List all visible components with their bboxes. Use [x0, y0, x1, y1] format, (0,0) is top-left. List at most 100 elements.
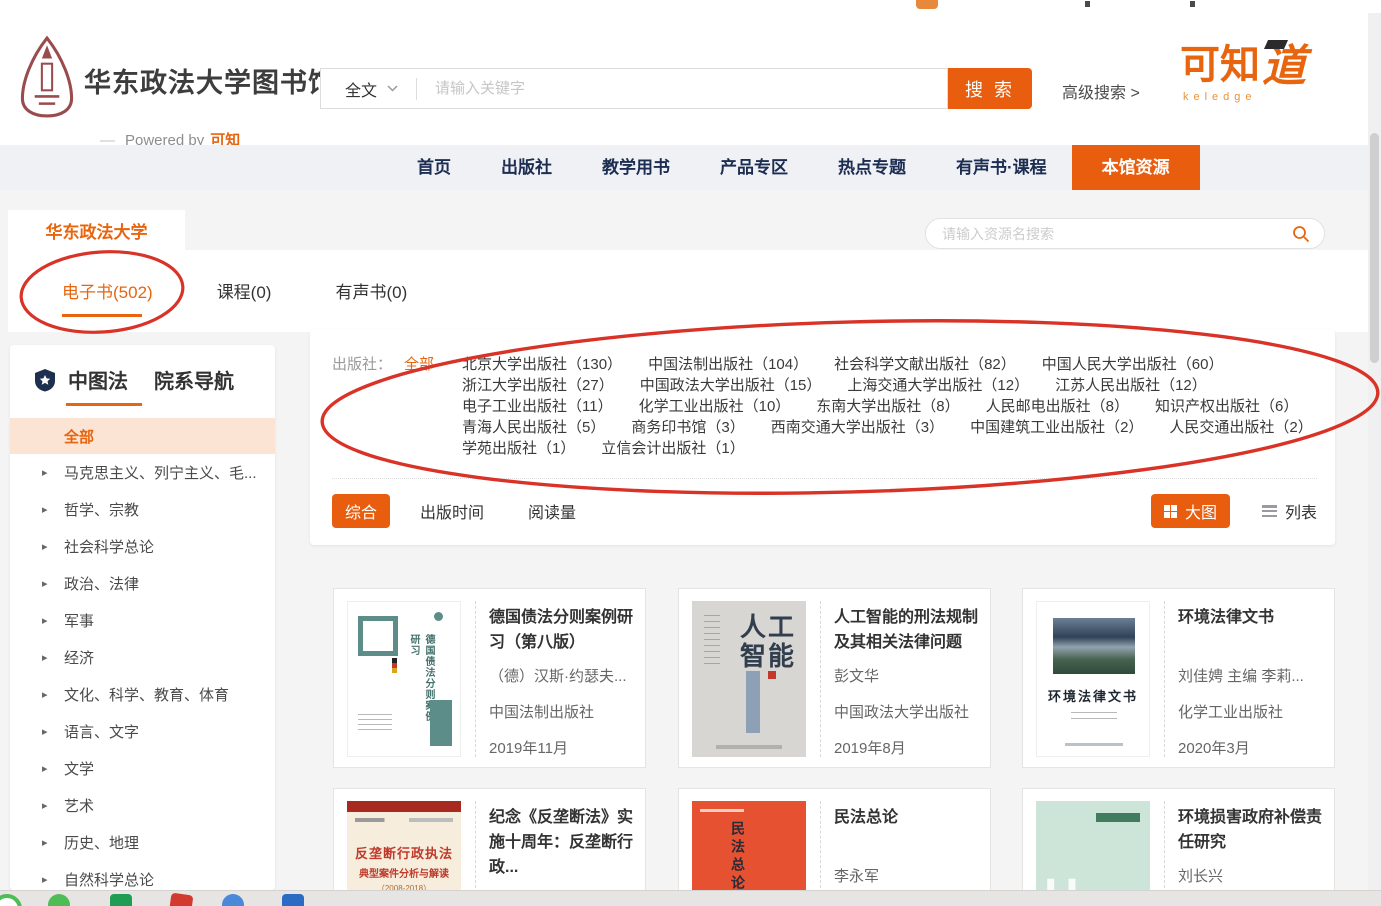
nav-item[interactable]: 出版社 — [476, 145, 577, 190]
sidebar-tab-departments[interactable]: 院系导航 — [154, 365, 234, 394]
publisher-filter-option[interactable]: 中国建筑工业出版社（2） — [970, 417, 1143, 438]
sidebar-category-label: 文化、科学、教育、体育 — [64, 684, 229, 705]
taskbar-app-icon[interactable] — [282, 894, 304, 906]
publisher-filter-option[interactable]: 东南大学出版社（8） — [816, 396, 959, 417]
sidebar-category-item[interactable]: ▸社会科学总论 — [10, 528, 275, 565]
book-author: 刘长兴 — [1178, 865, 1324, 886]
resource-search-input[interactable] — [940, 225, 1292, 243]
keledge-logo-stylized: 道 — [1262, 45, 1306, 89]
scrollbar[interactable] — [1368, 13, 1381, 906]
sort-option[interactable]: 出版时间 — [420, 499, 484, 523]
view-toggle-large[interactable]: 大图 — [1151, 494, 1230, 528]
main-search-input[interactable] — [433, 79, 947, 98]
search-button[interactable]: 搜 索 — [948, 68, 1032, 109]
nav-item[interactable]: 首页 — [392, 145, 476, 190]
publisher-filter-option[interactable]: 中国人民大学出版社（60） — [1042, 354, 1224, 375]
publisher-filter-option[interactable]: 中国法制出版社（104） — [648, 354, 808, 375]
taskbar-app-icon[interactable] — [222, 894, 244, 906]
sidebar-category-item[interactable]: ▸军事 — [10, 602, 275, 639]
sidebar-category-item[interactable]: ▸艺术 — [10, 787, 275, 824]
book-cover[interactable]: 德国债法分则案例研习 — [347, 601, 461, 757]
publisher-filter-option[interactable]: 中国政法大学出版社（15） — [640, 375, 822, 396]
scrollbar-thumb[interactable] — [1370, 133, 1379, 363]
sidebar-category-item[interactable]: 全部 — [10, 418, 275, 454]
sidebar-category-item[interactable]: ▸文化、科学、教育、体育 — [10, 676, 275, 713]
advanced-search-link[interactable]: 高级搜索 > — [1062, 79, 1140, 103]
browser-chrome-fragment — [1190, 1, 1195, 7]
sort-option[interactable]: 阅读量 — [528, 499, 576, 523]
nav-item[interactable]: 有声书·课程 — [931, 145, 1072, 190]
publisher-filter-option[interactable]: 江苏人民出版社（12） — [1055, 375, 1207, 396]
cover-title: 环境法律文书 — [1037, 686, 1149, 705]
sidebar-category-item[interactable]: ▸马克思主义、列宁主义、毛... — [10, 454, 275, 491]
view-toggle-list[interactable]: 列表 — [1262, 499, 1317, 523]
publisher-filter-option[interactable]: 人民邮电出版社（8） — [986, 396, 1129, 417]
sidebar-category-label: 历史、地理 — [64, 832, 139, 853]
publisher-filter-option[interactable]: 青海人民出版社（5） — [462, 417, 605, 438]
nav-items: 首页出版社教学用书产品专区热点专题有声书·课程本馆资源 — [392, 145, 1200, 190]
book-cover[interactable]: 人工智能 — [692, 601, 806, 757]
tab-ebooks[interactable]: 电子书(502) — [62, 278, 153, 303]
sort-options: 综合 出版时间 阅读量 — [332, 494, 620, 528]
taskbar-app-icon[interactable] — [110, 894, 132, 906]
book-title[interactable]: 人工智能的刑法规制及其相关法律问题 — [834, 605, 980, 655]
book-author: （德）汉斯·约瑟夫... — [489, 665, 635, 686]
publisher-filter-option[interactable]: 浙江大学出版社（27） — [462, 375, 614, 396]
book-card[interactable]: 环境法律文书 环境法律文书 刘佳娉 主编 李莉... 化学工业出版社 2020年… — [1022, 588, 1335, 768]
nav-item[interactable]: 产品专区 — [695, 145, 813, 190]
sidebar-category-label: 艺术 — [64, 795, 94, 816]
sort-option[interactable]: 综合 — [332, 494, 390, 528]
book-title[interactable]: 民法总论 — [834, 805, 980, 855]
publisher-filter-option[interactable]: 化学工业出版社（10） — [639, 396, 791, 417]
caret-right-icon: ▸ — [42, 836, 48, 849]
publisher-filter-option[interactable]: 人民交通出版社（2） — [1169, 417, 1312, 438]
tab-audiobooks[interactable]: 有声书(0) — [335, 278, 407, 303]
book-title[interactable]: 纪念《反垄断法》实施十周年：反垄断行政... — [489, 805, 635, 880]
book-title[interactable]: 德国债法分则案例研习（第八版） — [489, 605, 635, 655]
book-card[interactable]: 民法总论 民法总论 李永军 — [678, 788, 991, 906]
book-card[interactable]: 德国债法分则案例研习 德国债法分则案例研习（第八版） （德）汉斯·约瑟夫... … — [333, 588, 646, 768]
sidebar-tab-clc[interactable]: 中图法 — [68, 365, 128, 394]
book-card[interactable]: 反垄断行政执法 典型案件分析与解读 （2008-2018） 纪念《反垄断法》实施… — [333, 788, 646, 906]
publisher-filter-all[interactable]: 全部 — [404, 354, 434, 375]
tab-courses[interactable]: 课程(0) — [217, 278, 272, 303]
sidebar-category-item[interactable]: ▸政治、法律 — [10, 565, 275, 602]
search-scope-dropdown[interactable]: 全文 — [345, 77, 398, 101]
resource-tabs: 电子书(502) 课程(0) 有声书(0) — [62, 278, 407, 303]
search-scope-value: 全文 — [345, 77, 377, 101]
publisher-filter-option[interactable]: 电子工业出版社（11） — [462, 396, 613, 417]
site-header: 华东政法大学图书馆 —Powered by可知 全文 搜 索 高级搜索 > 可知… — [0, 13, 1381, 145]
publisher-filter-option[interactable]: 西南交通大学出版社（3） — [771, 417, 944, 438]
book-info: 人工智能的刑法规制及其相关法律问题 彭文华 中国政法大学出版社 2019年8月 — [834, 605, 980, 758]
library-name: 华东政法大学图书馆 — [84, 61, 336, 100]
publisher-filter-option[interactable]: 上海交通大学出版社（12） — [847, 375, 1029, 396]
caret-right-icon: ▸ — [42, 577, 48, 590]
nav-item[interactable]: 教学用书 — [577, 145, 695, 190]
sidebar-category-item[interactable]: ▸语言、文字 — [10, 713, 275, 750]
book-publisher: 中国政法大学出版社 — [834, 701, 980, 722]
search-icon[interactable] — [1292, 225, 1310, 243]
publisher-filter-option[interactable]: 学苑出版社（1） — [462, 438, 575, 459]
sidebar-category-item[interactable]: ▸自然科学总论 — [10, 861, 275, 890]
book-title[interactable]: 环境损害政府补偿责任研究 — [1178, 805, 1324, 855]
book-card[interactable]: 人工智能 人工智能的刑法规制及其相关法律问题 彭文华 中国政法大学出版社 201… — [678, 588, 991, 768]
publisher-filter-option[interactable]: 知识产权出版社（6） — [1155, 396, 1298, 417]
publisher-filter-option[interactable]: 北京大学出版社（130） — [462, 354, 622, 375]
taskbar-app-icon[interactable] — [48, 894, 70, 906]
sidebar-category-item[interactable]: ▸经济 — [10, 639, 275, 676]
publisher-filter-option[interactable]: 立信会计出版社（1） — [601, 438, 744, 459]
nav-item[interactable]: 热点专题 — [813, 145, 931, 190]
book-card[interactable]: H 环境损害 政府补偿责任研究 环境损害政府补偿责任研究 刘长兴 — [1022, 788, 1335, 906]
publisher-filter-option[interactable]: 商务印书馆（3） — [631, 417, 744, 438]
taskbar-app-icon[interactable] — [169, 893, 194, 906]
sidebar-category-item[interactable]: ▸哲学、宗教 — [10, 491, 275, 528]
nav-item[interactable]: 本馆资源 — [1072, 145, 1200, 190]
cover-decoration — [434, 612, 443, 621]
publisher-filter-option[interactable]: 社会科学文献出版社（82） — [834, 354, 1016, 375]
book-cover[interactable]: 环境法律文书 — [1036, 601, 1150, 757]
book-title[interactable]: 环境法律文书 — [1178, 605, 1324, 655]
taskbar-app-icon[interactable] — [0, 894, 22, 906]
sidebar-category-item[interactable]: ▸ 历史、地理 — [10, 824, 275, 861]
sidebar-category-item[interactable]: ▸文学 — [10, 750, 275, 787]
org-tab[interactable]: 华东政法大学 — [8, 210, 185, 251]
